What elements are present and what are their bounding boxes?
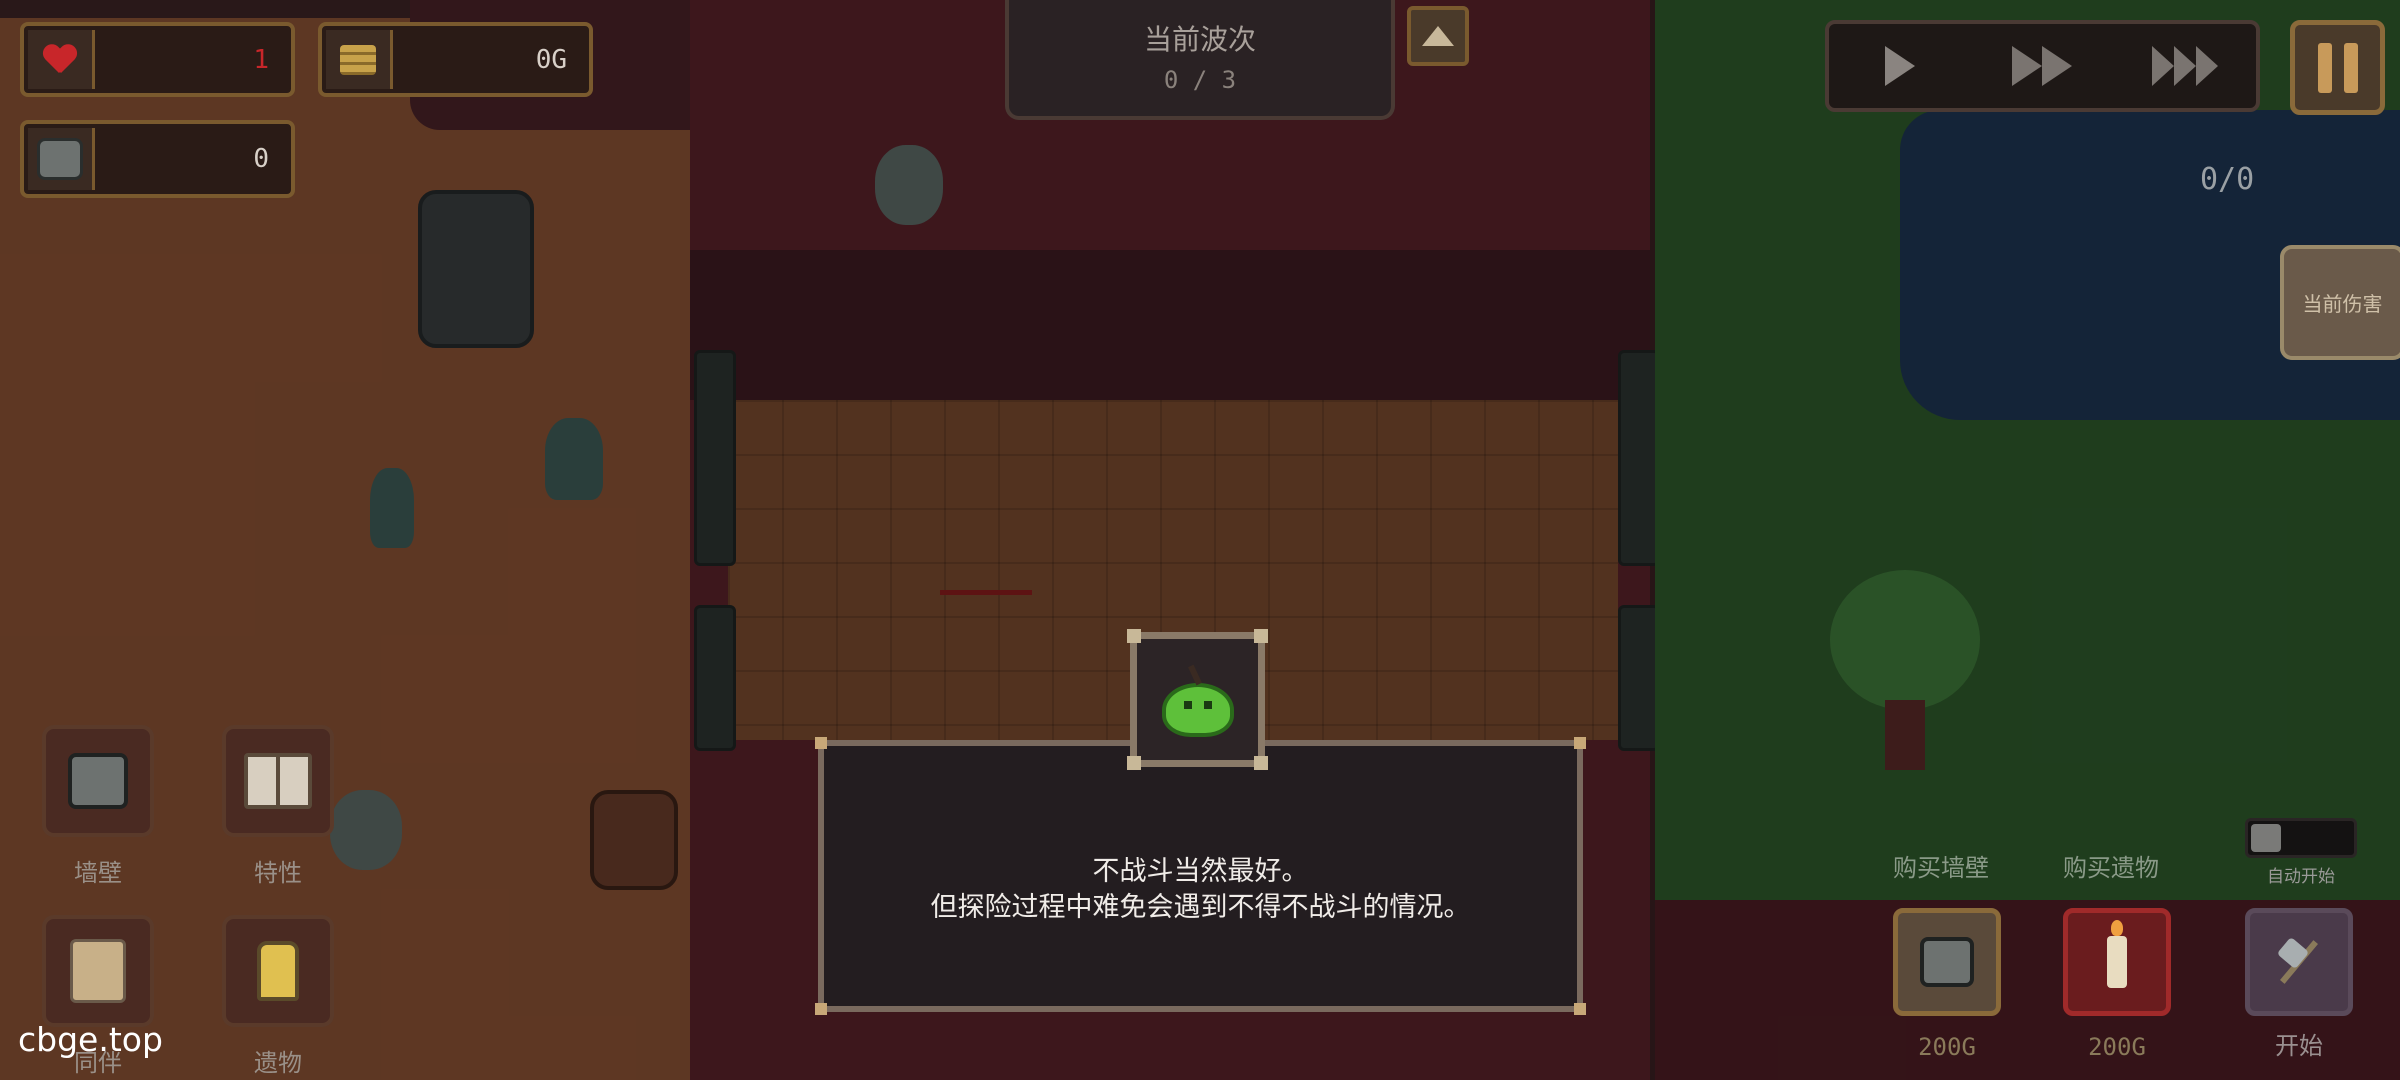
stone-block-icon	[37, 138, 83, 180]
dialog-corner	[815, 737, 827, 749]
heart-icon	[43, 45, 77, 75]
auto-start-toggle[interactable]	[2245, 818, 2357, 858]
relics-label: 遗物	[254, 1049, 302, 1077]
fast-forward-icon	[2042, 46, 2073, 86]
pause-button[interactable]	[2290, 20, 2385, 115]
speed-2x-button[interactable]	[1987, 31, 2097, 101]
fastest-forward-icon	[2173, 46, 2196, 86]
pause-icon	[2317, 42, 2332, 93]
green-slime-icon	[1161, 664, 1234, 737]
kill-counter: 0/0	[2200, 162, 2255, 197]
dialog-corner	[815, 1003, 827, 1015]
axe-icon	[2273, 936, 2325, 988]
wave-title: 当前波次	[1143, 23, 1256, 56]
stone-block-icon	[68, 753, 128, 809]
fastest-forward-icon	[2195, 46, 2218, 86]
scroll-icon	[70, 939, 126, 1003]
wall-label: 墙壁	[74, 859, 122, 887]
lantern-icon	[257, 941, 299, 1001]
stone-counter: 0	[20, 120, 295, 198]
relic-price: 200G	[2088, 1033, 2146, 1061]
wall-button[interactable]	[42, 725, 154, 837]
auto-start-label: 自动开始	[2267, 867, 2335, 887]
coins-icon	[340, 44, 376, 75]
health-value: 1	[253, 44, 269, 75]
watermark: cbge.top	[18, 1020, 163, 1059]
buy-relic-button[interactable]	[2063, 908, 2171, 1016]
stone-icon-slot	[28, 128, 95, 190]
tutorial-dialog[interactable]: 不战斗当然最好。 但探险过程中难免会遇到不得不战斗的情况。	[815, 737, 1586, 1015]
traits-button[interactable]	[222, 725, 334, 837]
gold-value: 0G	[535, 44, 567, 75]
pause-icon	[2343, 42, 2358, 93]
dialog-line-1: 不战斗当然最好。	[1092, 856, 1309, 887]
stone-value: 0	[253, 144, 269, 174]
speaker-portrait	[1127, 629, 1268, 770]
fast-forward-icon	[2012, 46, 2043, 86]
book-icon	[244, 753, 312, 809]
health-counter: 1	[20, 22, 295, 97]
portrait-corner	[1127, 629, 1141, 643]
buy-relic-label: 购买遗物	[2063, 854, 2159, 882]
companions-button[interactable]	[42, 915, 154, 1027]
portrait-corner	[1127, 756, 1141, 770]
collapse-panel-button[interactable]	[1407, 6, 1469, 66]
dialog-corner	[1574, 737, 1586, 749]
current-damage-button[interactable]: 当前伤害	[2280, 245, 2400, 360]
current-damage-label: 当前伤害	[2302, 292, 2383, 316]
start-label: 开始	[2275, 1032, 2323, 1060]
fastest-forward-icon	[2151, 46, 2174, 86]
speed-controls	[1825, 20, 2260, 112]
dialog-corner	[1574, 1003, 1586, 1015]
start-battle-button[interactable]	[2245, 908, 2353, 1016]
speed-3x-button[interactable]	[2130, 31, 2240, 101]
buy-wall-button[interactable]	[1893, 908, 2001, 1016]
candle-icon	[2107, 920, 2127, 988]
wave-count: 0 / 3	[1163, 66, 1237, 94]
portrait-corner	[1254, 629, 1268, 643]
dialog-line-2: 但探险过程中难免会遇到不得不战斗的情况。	[930, 892, 1471, 923]
buy-wall-label: 购买墙壁	[1893, 854, 1989, 882]
speed-1x-button[interactable]	[1845, 31, 1955, 101]
stone-blocks-icon	[1920, 937, 1974, 987]
health-icon-slot	[28, 30, 95, 89]
slime-sprout	[1187, 664, 1202, 685]
dialog-text: 不战斗当然最好。 但探险过程中难免会遇到不得不战斗的情况。	[824, 854, 1577, 926]
play-icon	[1885, 46, 1916, 86]
wall-price: 200G	[1918, 1033, 1976, 1061]
traits-label: 特性	[254, 859, 302, 887]
wave-panel: 当前波次 0 / 3	[1005, 0, 1395, 120]
gold-icon-slot	[326, 30, 393, 89]
portrait-corner	[1254, 756, 1268, 770]
relics-button[interactable]	[222, 915, 334, 1027]
gold-counter: 0G	[318, 22, 593, 97]
toggle-knob	[2251, 824, 2281, 852]
triangle-up-icon	[1422, 26, 1454, 46]
